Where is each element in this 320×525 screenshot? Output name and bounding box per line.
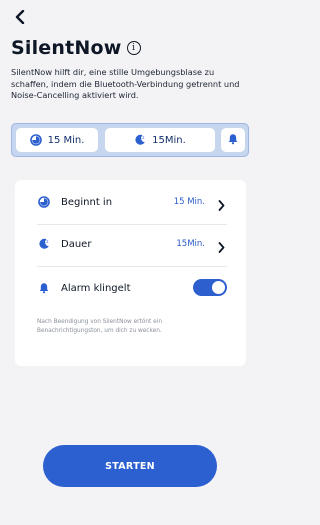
- duration-row[interactable]: z Dauer 15Min.: [37, 234, 227, 254]
- chevron-right-icon: [218, 238, 225, 257]
- back-button[interactable]: [9, 7, 31, 29]
- bell-icon: [37, 282, 51, 294]
- toggle-knob: [212, 281, 225, 294]
- starts-in-row[interactable]: Beginnt in 15 Min.: [37, 192, 227, 212]
- alarm-row: Alarm klingelt: [37, 278, 227, 298]
- chevron-right-icon: [218, 196, 225, 215]
- alarm-note: Nach Beendigung von SilentNow ertönt ein…: [37, 319, 163, 334]
- divider: [37, 266, 227, 267]
- summary-strip: 15 Min. z 15Min.: [11, 123, 249, 157]
- alarm-chip[interactable]: [221, 128, 245, 152]
- divider: [37, 224, 227, 225]
- moon-icon: z: [37, 238, 51, 250]
- timer-icon: [29, 134, 42, 146]
- bell-icon: [227, 133, 239, 148]
- timer-icon: [37, 196, 51, 208]
- info-icon[interactable]: i: [126, 41, 141, 55]
- alarm-toggle[interactable]: [193, 279, 227, 296]
- page-title: SilentNow: [11, 37, 122, 59]
- start-time-chip[interactable]: 15 Min.: [16, 128, 98, 152]
- starts-in-value: 15 Min.: [173, 197, 205, 207]
- alarm-label: Alarm klingelt: [61, 282, 131, 294]
- page-description: SilentNow hilft dir, eine stille Umgebun…: [11, 67, 240, 100]
- starts-in-label: Beginnt in: [61, 196, 113, 208]
- chevron-left-icon: [14, 9, 26, 28]
- start-time-value: 15 Min.: [47, 134, 85, 146]
- svg-text:z: z: [142, 135, 144, 140]
- moon-icon: z: [134, 134, 146, 146]
- duration-chip[interactable]: z 15Min.: [105, 128, 215, 152]
- settings-card: Beginnt in 15 Min. z Dauer 15Min. Alarm …: [15, 180, 246, 366]
- duration-value: 15Min.: [152, 134, 186, 146]
- duration-value: 15Min.: [176, 239, 205, 249]
- duration-label: Dauer: [61, 238, 92, 250]
- title-row: SilentNow i: [11, 37, 141, 59]
- svg-text:z: z: [46, 239, 48, 244]
- start-button[interactable]: STARTEN: [43, 445, 217, 487]
